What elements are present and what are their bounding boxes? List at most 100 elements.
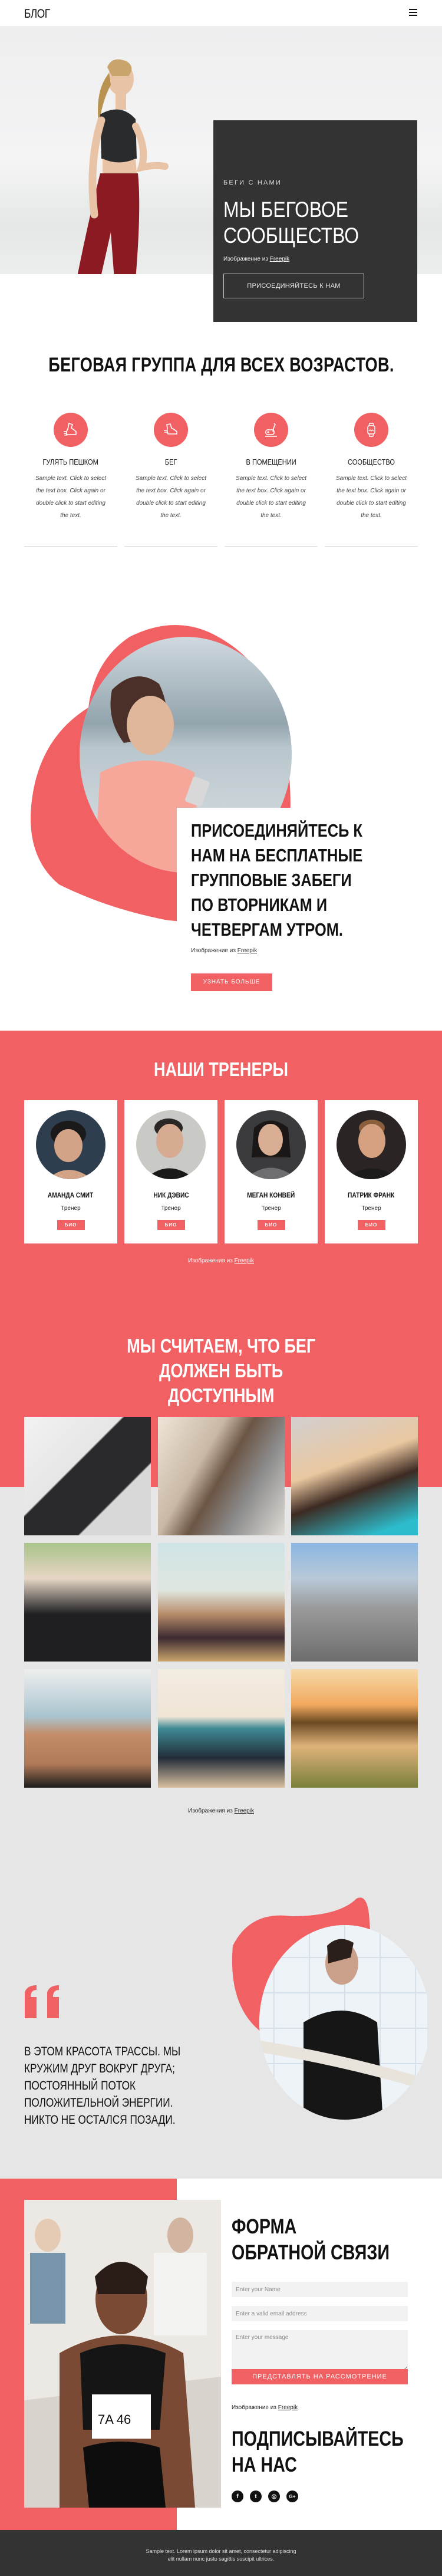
google-plus-icon[interactable]: G+: [286, 2491, 298, 2502]
testimonial-quote: В ЭТОМ КРАСОТА ТРАССЫ. МЫ КРУЖИМ ДРУГ ВО…: [24, 2043, 180, 2128]
join-title-line: ПО ВТОРНИКАМ И: [191, 894, 328, 915]
join-title-line: ГРУППОВЫЕ ЗАБЕГИ: [191, 870, 352, 890]
trainer-name-text: АМАНДА СМИТ: [48, 1191, 94, 1199]
hero-title: МЫ БЕГОВОЕ СООБЩЕСТВО: [223, 197, 359, 249]
man-drinking-water-photo: [158, 1417, 285, 1535]
trainer-avatar: [136, 1110, 206, 1179]
quote-mark-icon: [25, 1985, 59, 2018]
submit-button[interactable]: ПРЕДСТАВЛЯТЬ НА РАССМОТРЕНИЕ: [232, 2369, 408, 2384]
quote-line: КРУЖИМ ДРУГ ВОКРУГ ДРУГА;: [24, 2062, 175, 2075]
feature-title-text: БЕГ: [164, 458, 177, 466]
running-shoe-icon: [154, 413, 188, 447]
trainers-credit: Изображения из Freepik: [0, 1258, 442, 1264]
marathon-runners-photo: 7A 46: [24, 2200, 221, 2508]
feature-title-text: ГУЛЯТЬ ПЕШКОМ: [42, 458, 99, 466]
freepik-link[interactable]: Freepik: [235, 1808, 254, 1814]
bio-button[interactable]: БИО: [57, 1220, 85, 1230]
couple-jogging-photo: [24, 1417, 151, 1535]
hero-card: БЕГИ С НАМИ МЫ БЕГОВОЕ СООБЩЕСТВО Изобра…: [213, 120, 417, 322]
trainer-avatar: [236, 1110, 306, 1179]
feature-title: БЕГ: [124, 458, 217, 466]
trainer-name: ПАТРИК ФРАНК: [325, 1191, 418, 1199]
form-credit: Изображение из Freepik: [232, 2404, 298, 2411]
divider: [225, 546, 318, 547]
learn-more-button[interactable]: УЗНАТЬ БОЛЬШЕ: [191, 973, 272, 991]
bio-button[interactable]: БИО: [357, 1220, 385, 1230]
trainer-avatar: [36, 1110, 105, 1179]
join-title: ПРИСОЕДИНЯЙТЕСЬ К НАМ НА БЕСПЛАТНЫЕ ГРУП…: [191, 818, 362, 942]
credit-prefix: Изображение из: [232, 2404, 276, 2411]
trainer-name-text: МЕГАН КОНВЕЙ: [247, 1191, 295, 1199]
feature-text: Sample text. Click to select the text bo…: [135, 475, 207, 519]
trainer-role: Тренер: [61, 1205, 81, 1212]
email-input[interactable]: [232, 2306, 408, 2321]
walking-shoe-icon: [54, 413, 88, 447]
site-logo[interactable]: БЛОГ: [24, 7, 50, 21]
site-header: БЛОГ: [0, 0, 442, 26]
freepik-link[interactable]: Freepik: [270, 256, 289, 262]
trainer-avatar: [337, 1110, 406, 1179]
group-hands-together-photo: [24, 1543, 151, 1662]
feature-card: СООБЩЕСТВО Sample text. Click to select …: [325, 413, 418, 547]
feature-card: ГУЛЯТЬ ПЕШКОМ Sample text. Click to sele…: [24, 413, 117, 547]
gallery-title-line: ДОСТУПНЫМ: [167, 1384, 275, 1406]
two-women-beach-run-photo: [158, 1669, 285, 1788]
message-textarea[interactable]: [232, 2330, 408, 2371]
trainer-card: ПАТРИК ФРАНК Тренер БИО: [325, 1100, 418, 1243]
feature-title: ГУЛЯТЬ ПЕШКОМ: [24, 458, 117, 466]
gallery-credit: Изображения из Freepik: [0, 1808, 442, 1814]
form-title-line: ФОРМА: [232, 2215, 297, 2238]
trainer-name-text: НИК ДЭВИС: [153, 1191, 189, 1199]
join-card: ПРИСОЕДИНЯЙТЕСЬ К НАМ НА БЕСПЛАТНЫЕ ГРУП…: [177, 808, 362, 1005]
divider: [124, 546, 217, 547]
trainer-name: МЕГАН КОНВЕЙ: [225, 1191, 318, 1199]
features-title-text: БЕГОВАЯ ГРУППА ДЛЯ ВСЕХ ВОЗРАСТОВ.: [48, 354, 394, 376]
quote-line: ПОСТОЯННЫЙ ПОТОК: [24, 2079, 136, 2093]
trainer-name: АМАНДА СМИТ: [24, 1191, 117, 1199]
bio-button[interactable]: БИО: [157, 1220, 185, 1230]
credit-prefix: Изображения из: [188, 1258, 233, 1264]
trainer-role: Тренер: [361, 1205, 381, 1212]
feature-text: Sample text. Click to select the text bo…: [235, 475, 307, 519]
trainer-card: АМАНДА СМИТ Тренер БИО: [24, 1100, 117, 1243]
follow-us-title: ПОДПИСЫВАЙТЕСЬ НА НАС: [232, 2426, 404, 2478]
shirtless-man-photo: [24, 1669, 151, 1788]
twitter-icon[interactable]: t: [250, 2491, 262, 2502]
feature-text: Sample text. Click to select the text bo…: [335, 475, 407, 519]
hero-title-line: МЫ БЕГОВОЕ: [223, 198, 348, 222]
site-footer: Sample text. Lorem ipsum dolor sit amet,…: [0, 2530, 442, 2576]
footer-text: elit nullam nunc justo sagittis suscipit…: [167, 2556, 275, 2562]
hamburger-icon[interactable]: [409, 9, 417, 17]
quote-line: ПОЛОЖИТЕЛЬНОЙ ЭНЕРГИИ.: [24, 2096, 173, 2110]
trainer-role: Тренер: [161, 1205, 181, 1212]
trainer-card: НИК ДЭВИС Тренер БИО: [124, 1100, 217, 1243]
credit-prefix: Изображение из: [223, 256, 268, 262]
quote-blob-photo: [232, 1897, 427, 2120]
freepik-link[interactable]: Freepik: [238, 948, 257, 954]
man-sunset-run-photo: [291, 1669, 418, 1788]
exercise-bike-icon: [254, 413, 288, 447]
trainer-name: НИК ДЭВИС: [124, 1191, 217, 1199]
facebook-icon[interactable]: f: [232, 2491, 243, 2502]
feature-card: БЕГ Sample text. Click to select the tex…: [124, 413, 217, 547]
instagram-icon[interactable]: ◎: [268, 2491, 280, 2502]
join-title-line: ПРИСОЕДИНЯЙТЕСЬ К: [191, 820, 362, 841]
join-credit: Изображение из Freepik: [191, 948, 257, 954]
runner-woman-illustration: [77, 59, 169, 274]
man-start-position-photo: [291, 1543, 418, 1662]
feature-title-text: СООБЩЕСТВО: [348, 458, 395, 466]
trainer-role: Тренер: [261, 1205, 281, 1212]
woman-running-photo: [158, 1543, 285, 1662]
freepik-link[interactable]: Freepik: [235, 1258, 254, 1264]
social-links: f t ◎ G+: [232, 2491, 298, 2502]
feature-title-text: В ПОМЕЩЕНИИ: [246, 458, 296, 466]
gallery-title-line: МЫ СЧИТАЕМ, ЧТО БЕГ: [126, 1335, 316, 1357]
freepik-link[interactable]: Freepik: [278, 2404, 298, 2411]
trainer-card: МЕГАН КОНВЕЙ Тренер БИО: [225, 1100, 318, 1243]
join-us-button[interactable]: ПРИСОЕДИНЯЙТЕСЬ К НАМ: [223, 274, 364, 298]
credit-prefix: Изображение из: [191, 948, 236, 954]
divider: [325, 546, 418, 547]
contact-form-title: ФОРМА ОБРАТНОЙ СВЯЗИ: [232, 2214, 390, 2266]
bio-button[interactable]: БИО: [257, 1220, 285, 1230]
name-input[interactable]: [232, 2282, 408, 2297]
